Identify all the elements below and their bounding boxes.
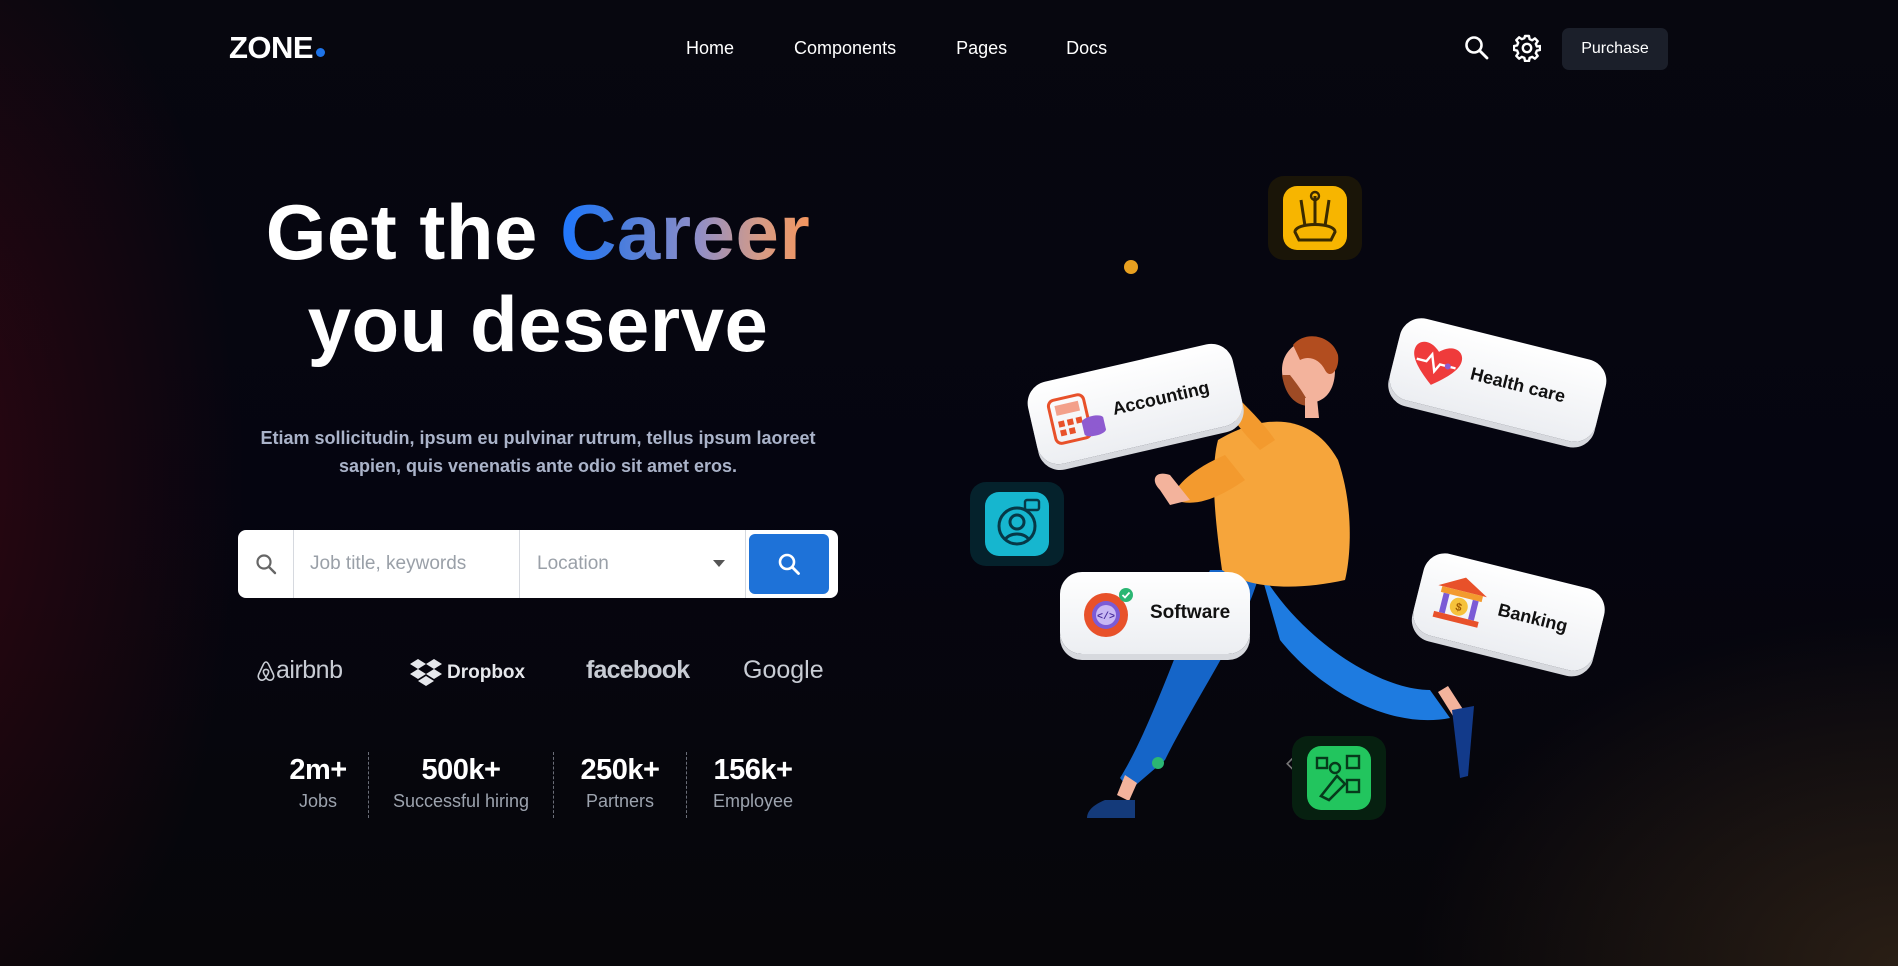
brand-name: airbnb xyxy=(276,656,343,684)
stat-employee: 156k+ Employee xyxy=(687,752,819,818)
menu-item-home[interactable]: Home xyxy=(686,38,734,59)
brand-logo-dropbox: Dropbox xyxy=(409,658,525,688)
code-gear-icon: </> xyxy=(1084,588,1133,637)
headline-text-2: you deserve xyxy=(307,280,769,368)
logo[interactable]: ZONE xyxy=(229,30,326,66)
stat-partners: 250k+ Partners xyxy=(554,752,686,818)
search-field-icon xyxy=(238,530,294,598)
menu-item-components[interactable]: Components xyxy=(794,38,896,59)
headline-highlight: Career xyxy=(560,188,811,276)
brand-logo-facebook: facebook xyxy=(586,656,690,685)
logo-dot xyxy=(316,48,326,57)
stat-hiring: 500k+ Successful hiring xyxy=(369,752,553,818)
svg-text:</>: </> xyxy=(1097,611,1115,623)
tile-support xyxy=(970,482,1064,566)
category-label: Accounting xyxy=(1110,376,1212,419)
category-label: Health care xyxy=(1468,363,1568,406)
dropbox-icon xyxy=(410,659,442,686)
stat-jobs: 2m+ Jobs xyxy=(268,752,368,818)
bank-icon: $ xyxy=(1432,577,1487,628)
menu-item-docs[interactable]: Docs xyxy=(1066,38,1107,59)
stats-row: 2m+ Jobs 500k+ Successful hiring 250k+ P… xyxy=(268,752,819,818)
brand-name: facebook xyxy=(586,656,690,684)
stat-label: Successful hiring xyxy=(392,791,530,811)
keywords-input[interactable] xyxy=(294,530,520,598)
main-menu: Home Components Pages Docs xyxy=(686,38,1107,59)
stat-value: 500k+ xyxy=(421,754,501,786)
brand-logo-airbnb: airbnb xyxy=(256,656,343,685)
chevron-down-icon xyxy=(713,560,725,567)
menu-item-pages[interactable]: Pages xyxy=(956,38,1007,59)
brand-logo-google: Google xyxy=(743,656,824,685)
job-search-bar: Location xyxy=(238,530,838,598)
stat-label: Jobs xyxy=(298,791,338,811)
stat-value: 250k+ xyxy=(580,754,660,786)
pencil-cup-icon xyxy=(1283,186,1347,250)
heart-icon xyxy=(1414,341,1463,385)
search-icon[interactable] xyxy=(1463,34,1491,62)
top-navigation: ZONE Home Components Pages Docs Purchase xyxy=(0,0,1898,96)
category-label: Banking xyxy=(1496,599,1570,636)
rocket-icon xyxy=(1307,746,1371,810)
hero-illustration: Accounting Health care </> Software $ Ba… xyxy=(960,170,1640,850)
airbnb-icon xyxy=(257,660,275,681)
search-submit-button[interactable] xyxy=(749,534,829,594)
hero-subtitle: Etiam sollicitudin, ipsum eu pulvinar ru… xyxy=(260,428,816,476)
brand-name: Dropbox xyxy=(447,662,526,683)
category-card-software: </> Software xyxy=(1060,572,1250,654)
category-label: Software xyxy=(1150,602,1231,623)
headline-text-1: Get the xyxy=(265,188,561,276)
purchase-button[interactable]: Purchase xyxy=(1562,28,1668,70)
search-icon xyxy=(778,553,800,575)
stat-value: 2m+ xyxy=(289,754,347,786)
brand-name: Google xyxy=(743,656,824,684)
location-placeholder: Location xyxy=(537,553,609,574)
tile-creative xyxy=(1268,176,1362,260)
stat-value: 156k+ xyxy=(713,754,793,786)
calculator-icon xyxy=(1046,393,1106,445)
location-select[interactable]: Location xyxy=(520,530,746,598)
support-icon xyxy=(985,492,1049,556)
stat-label: Employee xyxy=(712,791,794,811)
hero-headline: Get the Career you deserve xyxy=(200,186,876,370)
gear-icon[interactable] xyxy=(1512,34,1542,63)
tile-marketing xyxy=(1292,736,1386,820)
stat-label: Partners xyxy=(585,791,655,811)
logo-text: ZONE xyxy=(229,30,314,65)
